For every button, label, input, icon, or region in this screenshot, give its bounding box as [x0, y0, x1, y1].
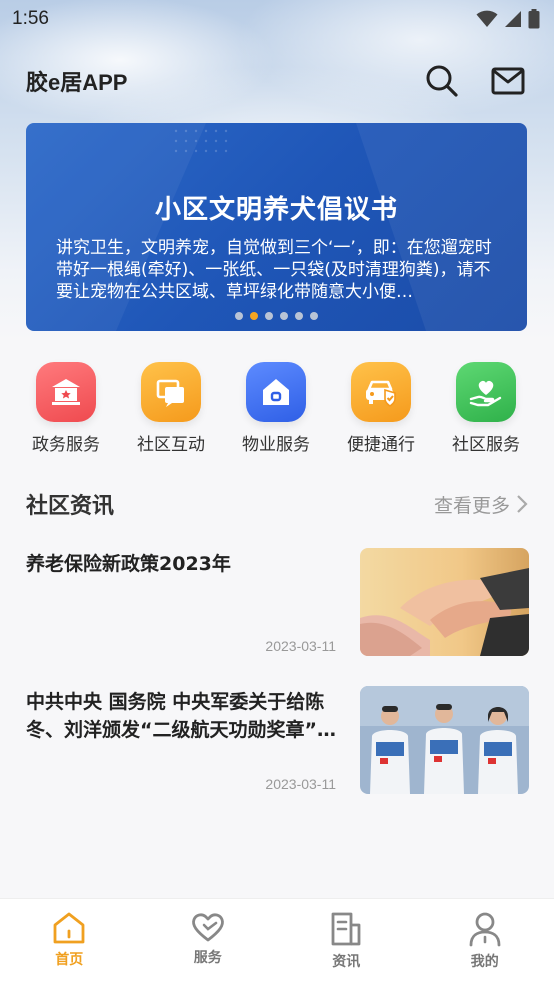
quick-action-access[interactable]: 便捷通行: [329, 362, 433, 455]
quick-actions: 政务服务 社区互动 物业服务 便捷通行 社区服务: [14, 362, 538, 455]
app-header: 胶e居APP: [0, 56, 554, 106]
quick-action-community[interactable]: 社区互动: [119, 362, 223, 455]
tab-home[interactable]: 首页: [19, 911, 119, 969]
government-icon: [36, 362, 96, 422]
banner-carousel[interactable]: 小区文明养犬倡议书 讲究卫生，文明养宠，自觉做到三个‘一’，即：在您遛宠时带好一…: [26, 123, 527, 331]
chat-icon: [141, 362, 201, 422]
service-heart-icon: [191, 913, 224, 942]
carousel-dot[interactable]: [280, 312, 288, 320]
car-icon: [351, 362, 411, 422]
news-title: 养老保险新政策2023年: [26, 553, 231, 575]
search-icon: [426, 65, 458, 97]
quick-action-property[interactable]: 物业服务: [224, 362, 328, 455]
signal-icon: [505, 11, 521, 27]
tab-label: 服务: [193, 950, 222, 966]
tab-news[interactable]: 资讯: [296, 911, 396, 971]
mail-button[interactable]: [490, 63, 526, 99]
bottom-tab-bar: 首页 服务 资讯 我的: [0, 898, 554, 984]
tab-service[interactable]: 服务: [158, 911, 258, 967]
document-icon: [331, 912, 361, 946]
carousel-dot[interactable]: [295, 312, 303, 320]
home-tab-icon: [53, 912, 85, 944]
news-title: 中共中央 国务院 中央军委关于给陈冬、刘洋颁发“二级航天功勋奖章”的决定: [26, 691, 336, 741]
status-bar: 1:56: [0, 0, 554, 38]
news-date: 2023-03-11: [265, 776, 336, 792]
header-actions: [424, 63, 526, 99]
banner-title: 小区文明养犬倡议书: [154, 195, 398, 225]
quick-action-label: 物业服务: [242, 435, 310, 455]
news-date: 2023-03-11: [265, 638, 336, 654]
quick-action-label: 社区服务: [452, 435, 520, 455]
news-thumbnail-astronauts: [360, 686, 529, 794]
view-more-link[interactable]: 查看更多: [434, 491, 528, 518]
quick-action-label: 便捷通行: [347, 435, 415, 455]
quick-action-government[interactable]: 政务服务: [14, 362, 118, 455]
tab-label: 资讯: [332, 954, 361, 970]
chevron-right-icon: [517, 495, 528, 513]
news-item[interactable]: 中共中央 国务院 中央军委关于给陈冬、刘洋颁发“二级航天功勋奖章”的决定 202…: [26, 686, 529, 798]
user-icon: [469, 912, 501, 947]
mail-icon: [491, 67, 525, 95]
quick-action-label: 社区互动: [137, 435, 205, 455]
home-icon: [246, 362, 306, 422]
news-section-header: 社区资讯 查看更多: [26, 486, 528, 522]
quick-action-label: 政务服务: [32, 435, 100, 455]
carousel-dot[interactable]: [235, 312, 243, 320]
banner-body: 讲究卫生，文明养宠，自觉做到三个‘一’，即：在您遛宠时带好一根绳(牵好)、一张纸…: [56, 238, 492, 302]
status-icons: [476, 9, 540, 29]
quick-action-community-service[interactable]: 社区服务: [434, 362, 538, 455]
news-item[interactable]: 养老保险新政策2023年 2023-03-11: [26, 548, 529, 660]
view-more-label: 查看更多: [433, 494, 510, 517]
carousel-dot-active[interactable]: [250, 312, 258, 320]
tab-label: 我的: [470, 954, 499, 970]
heart-hand-icon: [456, 362, 516, 422]
status-time: 1:56: [12, 8, 49, 29]
wifi-icon: [476, 10, 498, 27]
carousel-dot[interactable]: [265, 312, 273, 320]
carousel-indicator: [26, 312, 527, 320]
carousel-dot[interactable]: [310, 312, 318, 320]
news-thumbnail-hands: [360, 548, 529, 656]
section-title: 社区资讯: [26, 494, 115, 519]
search-button[interactable]: [424, 63, 460, 99]
tab-profile[interactable]: 我的: [435, 911, 535, 971]
battery-icon: [528, 9, 540, 29]
app-title: 胶e居APP: [26, 70, 128, 95]
tab-label: 首页: [55, 952, 84, 968]
